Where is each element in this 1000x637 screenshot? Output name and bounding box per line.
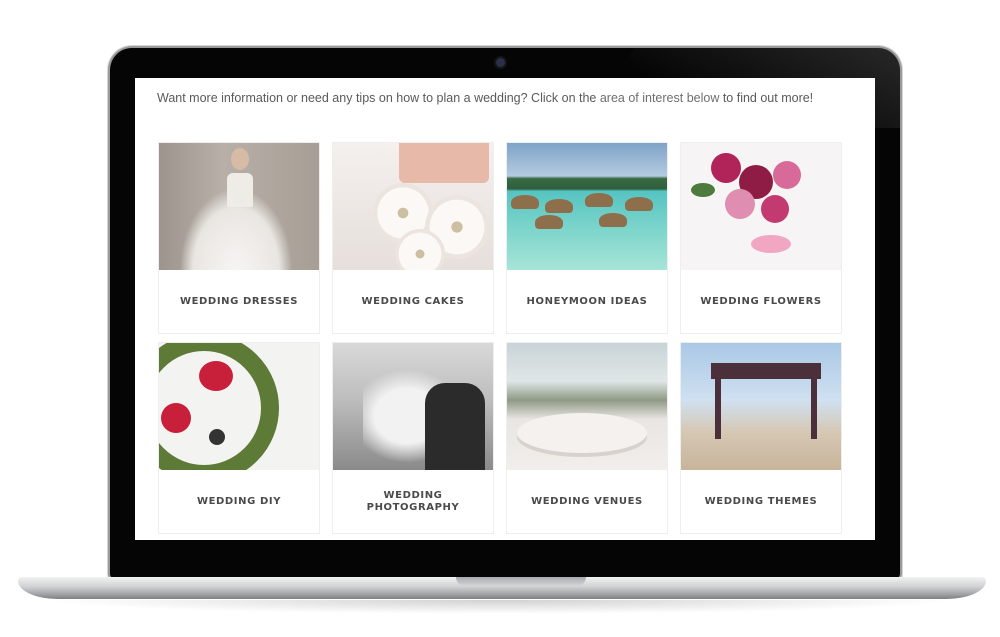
intro-text: Want more information or need any tips o… xyxy=(157,90,837,107)
wedding-venues-image[interactable] xyxy=(507,343,667,470)
wedding-photography-image[interactable] xyxy=(333,343,493,470)
card-wedding-diy[interactable]: WEDDING DIY xyxy=(158,342,320,534)
laptop-lid: Want more information or need any tips o… xyxy=(110,48,900,578)
card-label[interactable]: WEDDING DIY xyxy=(159,470,319,533)
pergola-post-shape xyxy=(811,379,817,439)
wedding-flowers-image[interactable] xyxy=(681,143,841,270)
intro-link[interactable]: area of interest below xyxy=(600,91,720,105)
overwater-hut-shape xyxy=(599,213,627,227)
ribbon-shape xyxy=(751,235,791,253)
card-wedding-themes[interactable]: WEDDING THEMES xyxy=(680,342,842,534)
honeymoon-ideas-image[interactable] xyxy=(507,143,667,270)
leaf-shape xyxy=(691,183,715,197)
camera-icon xyxy=(496,58,505,67)
overwater-hut-shape xyxy=(545,199,573,213)
wedding-diy-image[interactable] xyxy=(159,343,319,470)
overwater-hut-shape xyxy=(625,197,653,211)
pergola-shape xyxy=(711,363,821,379)
card-wedding-flowers[interactable]: WEDDING FLOWERS xyxy=(680,142,842,334)
laptop-base xyxy=(18,577,986,599)
card-wedding-cakes[interactable]: WEDDING CAKES xyxy=(332,142,494,334)
bride-head-shape xyxy=(231,148,249,170)
base-notch xyxy=(456,577,586,586)
red-flower-shape xyxy=(199,361,233,391)
bloom-shape xyxy=(711,153,741,183)
card-label[interactable]: WEDDING CAKES xyxy=(333,270,493,333)
bodice-shape xyxy=(227,173,253,207)
overwater-hut-shape xyxy=(585,193,613,207)
laptop-screen: Want more information or need any tips o… xyxy=(135,78,875,540)
intro-text-end: to find out more! xyxy=(719,91,814,105)
groom-suit-shape xyxy=(425,383,485,470)
cake-tier-shape xyxy=(399,143,489,183)
wedding-dresses-image[interactable] xyxy=(159,143,319,270)
overwater-hut-shape xyxy=(511,195,539,209)
card-label[interactable]: WEDDING DRESSES xyxy=(159,270,319,333)
overwater-hut-shape xyxy=(535,215,563,229)
laptop-shadow xyxy=(40,600,960,614)
scissors-shape xyxy=(209,429,225,445)
card-honeymoon-ideas[interactable]: HONEYMOON IDEAS xyxy=(506,142,668,334)
intro-text-start: Want more information or need any tips o… xyxy=(157,91,600,105)
card-label[interactable]: WEDDING VENUES xyxy=(507,470,667,533)
card-wedding-venues[interactable]: WEDDING VENUES xyxy=(506,342,668,534)
category-grid: WEDDING DRESSES WEDDING CAKES HONEYMOON … xyxy=(158,142,842,534)
wedding-cakes-image[interactable] xyxy=(333,143,493,270)
bloom-shape xyxy=(725,189,755,219)
laptop-mockup: Want more information or need any tips o… xyxy=(0,0,1000,637)
bloom-shape xyxy=(773,161,801,189)
pergola-post-shape xyxy=(715,379,721,439)
card-label[interactable]: WEDDING FLOWERS xyxy=(681,270,841,333)
bloom-shape xyxy=(761,195,789,223)
red-flower-shape xyxy=(161,403,191,433)
card-label[interactable]: HONEYMOON IDEAS xyxy=(507,270,667,333)
card-wedding-photography[interactable]: WEDDING PHOTOGRAPHY xyxy=(332,342,494,534)
card-wedding-dresses[interactable]: WEDDING DRESSES xyxy=(158,142,320,334)
card-label[interactable]: WEDDING THEMES xyxy=(681,470,841,533)
card-label[interactable]: WEDDING PHOTOGRAPHY xyxy=(333,470,493,533)
wedding-themes-image[interactable] xyxy=(681,343,841,470)
banquet-table-shape xyxy=(517,413,647,453)
